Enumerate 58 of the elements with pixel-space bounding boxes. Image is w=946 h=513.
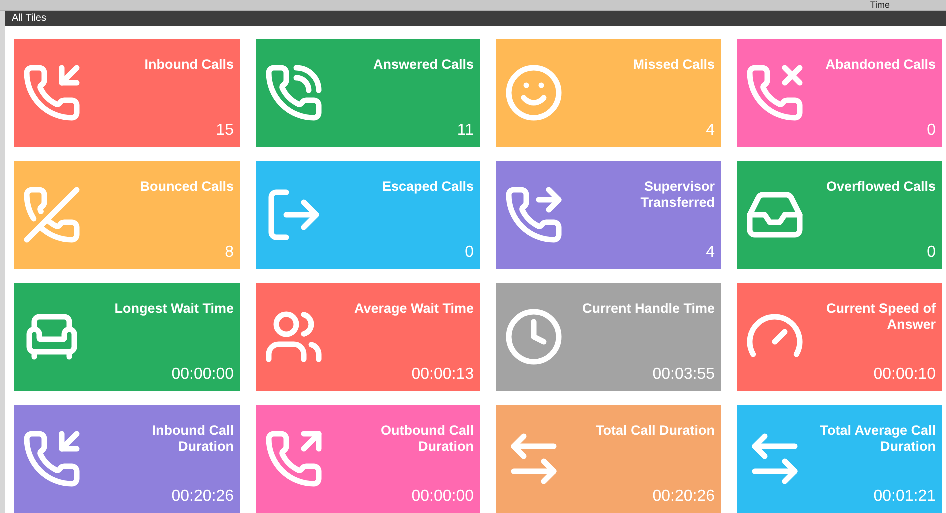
phone-forward-icon <box>504 185 564 245</box>
phone-ringing-icon <box>264 63 324 123</box>
stat-tile[interactable]: Inbound Calls 15 <box>14 39 240 147</box>
tile-title: Overflowed Calls <box>826 179 936 195</box>
stat-tile[interactable]: Overflowed Calls 0 <box>737 161 942 269</box>
smiley-icon <box>504 63 564 123</box>
stat-tile[interactable]: Inbound Call Duration 00:20:26 <box>14 405 240 513</box>
stat-tile[interactable]: Longest Wait Time 00:00:00 <box>14 283 240 391</box>
tile-value: 4 <box>706 243 715 263</box>
stat-tile[interactable]: Supervisor Transferred 4 <box>496 161 721 269</box>
tile-value: 11 <box>457 121 474 141</box>
tile-title: Answered Calls <box>373 57 474 73</box>
stat-tile[interactable]: Bounced Calls 8 <box>14 161 240 269</box>
tile-title: Inbound Calls <box>144 57 234 73</box>
stat-tile[interactable]: Total Call Duration 00:20:26 <box>496 405 721 513</box>
phone-incoming-icon <box>22 63 82 123</box>
tile-value: 00:00:10 <box>874 365 936 385</box>
stat-tile[interactable]: Abandoned Calls 0 <box>737 39 942 147</box>
tile-value: 0 <box>927 243 936 263</box>
stat-tile[interactable]: Answered Calls 11 <box>256 39 480 147</box>
stat-tile[interactable]: Total Average Call Duration 00:01:21 <box>737 405 942 513</box>
stat-tile[interactable]: Escaped Calls 0 <box>256 161 480 269</box>
column-label: Time <box>870 0 890 10</box>
tile-title: Longest Wait Time <box>114 301 234 317</box>
tile-value: 00:03:55 <box>652 365 715 385</box>
tile-title: Missed Calls <box>633 57 715 73</box>
tile-title: Outbound Call Duration <box>380 423 474 455</box>
tile-value: 00:20:26 <box>172 487 234 507</box>
tile-title: Total Average Call Duration <box>819 423 936 455</box>
tile-title: Supervisor Transferred <box>640 179 715 211</box>
stat-tile[interactable]: Current Handle Time 00:03:55 <box>496 283 721 391</box>
tile-title: Abandoned Calls <box>826 57 936 73</box>
stat-tile[interactable]: Average Wait Time 00:00:13 <box>256 283 480 391</box>
tile-title: Inbound Call Duration <box>151 423 234 455</box>
stat-tile[interactable]: Outbound Call Duration 00:00:00 <box>256 405 480 513</box>
tile-value: 00:00:00 <box>172 365 234 385</box>
tile-value: 15 <box>216 121 234 141</box>
tile-title: Total Call Duration <box>596 423 715 439</box>
tile-title: Current Speed of Answer <box>825 301 936 333</box>
tile-value: 00:20:26 <box>652 487 715 507</box>
tile-title: Bounced Calls <box>140 179 234 195</box>
tile-title: Average Wait Time <box>354 301 474 317</box>
stat-tile[interactable]: Current Speed of Answer 00:00:10 <box>737 283 942 391</box>
phone-incoming-icon <box>22 429 82 489</box>
tile-value: 0 <box>465 243 474 263</box>
phone-cross-icon <box>745 63 805 123</box>
tile-value: 0 <box>927 121 936 141</box>
tile-value: 4 <box>706 121 715 141</box>
tile-value: 00:00:13 <box>412 365 474 385</box>
tile-value: 00:00:00 <box>412 487 474 507</box>
phone-hangup-icon <box>22 185 82 245</box>
tile-value: 8 <box>225 243 234 263</box>
tile-title: Escaped Calls <box>382 179 474 195</box>
phone-outgoing-icon <box>264 429 324 489</box>
window-title: All Tiles <box>12 12 46 26</box>
stat-tile[interactable]: Missed Calls 4 <box>496 39 721 147</box>
tile-title: Current Handle Time <box>582 301 715 317</box>
tile-value: 00:01:21 <box>874 487 936 507</box>
